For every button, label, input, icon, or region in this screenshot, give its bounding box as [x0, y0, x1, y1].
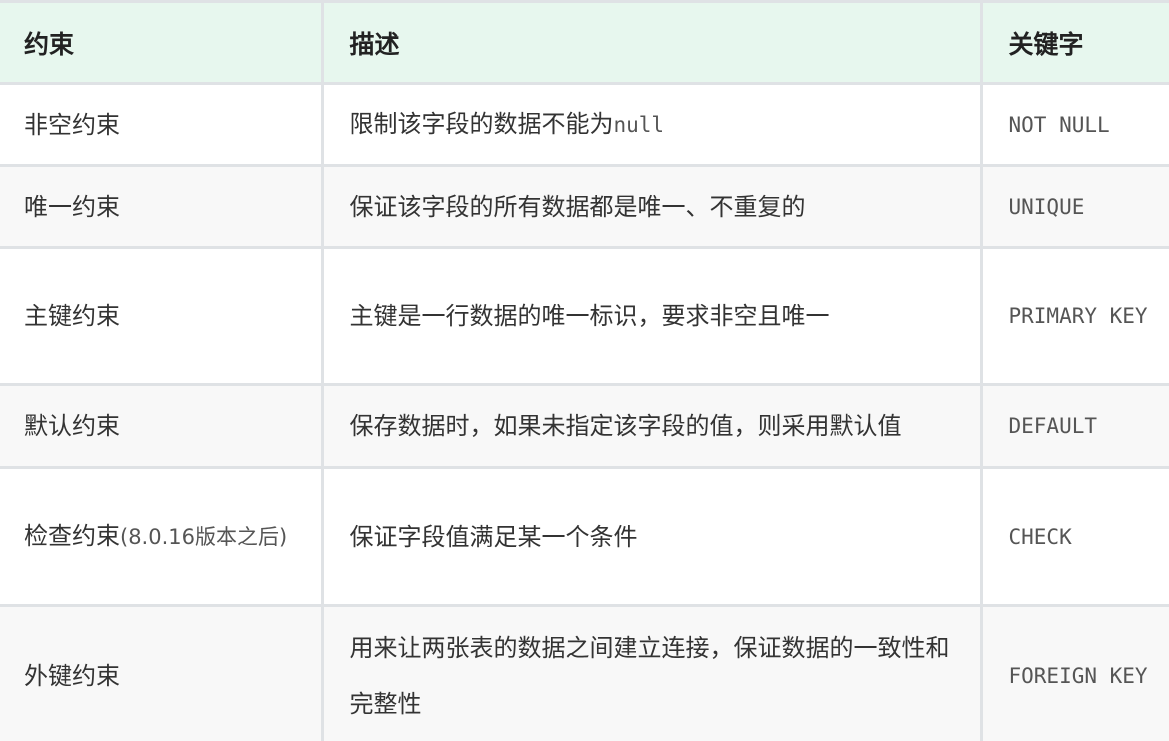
table-row: 非空约束 限制该字段的数据不能为null NOT NULL: [0, 82, 1169, 167]
table-body: 非空约束 限制该字段的数据不能为null NOT NULL 唯一约束 保证该字段…: [0, 82, 1169, 741]
constraint-name: 主键约束: [24, 302, 120, 330]
constraint-name-cell: 外键约束: [0, 604, 324, 741]
table-row: 唯一约束 保证该字段的所有数据都是唯一、不重复的 UNIQUE: [0, 164, 1169, 249]
constraint-name-cell: 默认约束: [0, 383, 324, 469]
description-text: 保存数据时，如果未指定该字段的值，则采用默认值: [349, 412, 902, 440]
description-text: 用来让两张表的数据之间建立连接，保证数据的一致性和完整性: [349, 633, 950, 718]
description-text: 保证该字段的所有数据都是唯一、不重复的: [349, 192, 806, 221]
description-cell: 用来让两张表的数据之间建立连接，保证数据的一致性和完整性: [320, 604, 983, 741]
document-page: 约束 描述 关键字 非空约束 限制该字段的数据不能为null NOT NULL …: [0, 0, 1169, 741]
constraint-name-cell: 检查约束(8.0.16版本之后): [0, 466, 324, 607]
table-row: 默认约束 保存数据时，如果未指定该字段的值，则采用默认值 DEFAULT: [0, 383, 1169, 469]
header-constraint: 约束: [0, 0, 324, 85]
description-cell: 保证该字段的所有数据都是唯一、不重复的: [320, 164, 983, 249]
description-text: 限制该字段的数据不能为: [349, 110, 614, 138]
table-row: 主键约束 主键是一行数据的唯一标识，要求非空且唯一 PRIMARY KEY: [0, 246, 1169, 386]
description-code: null: [613, 113, 665, 137]
table-row: 检查约束(8.0.16版本之后) 保证字段值满足某一个条件 CHECK: [0, 466, 1169, 607]
header-keyword: 关键字: [979, 0, 1169, 85]
description-cell: 保存数据时，如果未指定该字段的值，则采用默认值: [320, 383, 983, 469]
constraint-name-cell: 唯一约束: [0, 164, 324, 249]
constraint-name: 外键约束: [24, 661, 120, 690]
constraint-name-cell: 非空约束: [0, 82, 324, 167]
keyword-cell: PRIMARY KEY: [979, 246, 1169, 386]
constraint-name: 默认约束: [24, 412, 120, 440]
keyword-cell: UNIQUE: [979, 164, 1169, 249]
description-cell: 主键是一行数据的唯一标识，要求非空且唯一: [320, 246, 983, 386]
table-row: 外键约束 用来让两张表的数据之间建立连接，保证数据的一致性和完整性 FOREIG…: [0, 604, 1169, 741]
keyword-cell: DEFAULT: [979, 383, 1169, 469]
keyword-cell: CHECK: [979, 466, 1169, 607]
constraint-name: 检查约束: [24, 522, 120, 550]
constraint-name: 非空约束: [24, 110, 120, 139]
header-description: 描述: [320, 0, 983, 85]
constraint-name-cell: 主键约束: [0, 246, 324, 386]
constraint-name: 唯一约束: [24, 192, 120, 221]
constraint-version-note: (8.0.16版本之后): [120, 525, 288, 549]
description-cell: 保证字段值满足某一个条件: [320, 466, 983, 607]
keyword-cell: NOT NULL: [979, 82, 1169, 167]
description-cell: 限制该字段的数据不能为null: [320, 82, 983, 167]
header-row: 约束 描述 关键字: [0, 0, 1169, 85]
keyword-cell: FOREIGN KEY: [979, 604, 1169, 741]
description-text: 保证字段值满足某一个条件: [349, 522, 638, 551]
constraints-table: 约束 描述 关键字 非空约束 限制该字段的数据不能为null NOT NULL …: [0, 0, 1169, 741]
description-text: 主键是一行数据的唯一标识，要求非空且唯一: [349, 302, 830, 330]
table-header: 约束 描述 关键字: [0, 0, 1169, 85]
